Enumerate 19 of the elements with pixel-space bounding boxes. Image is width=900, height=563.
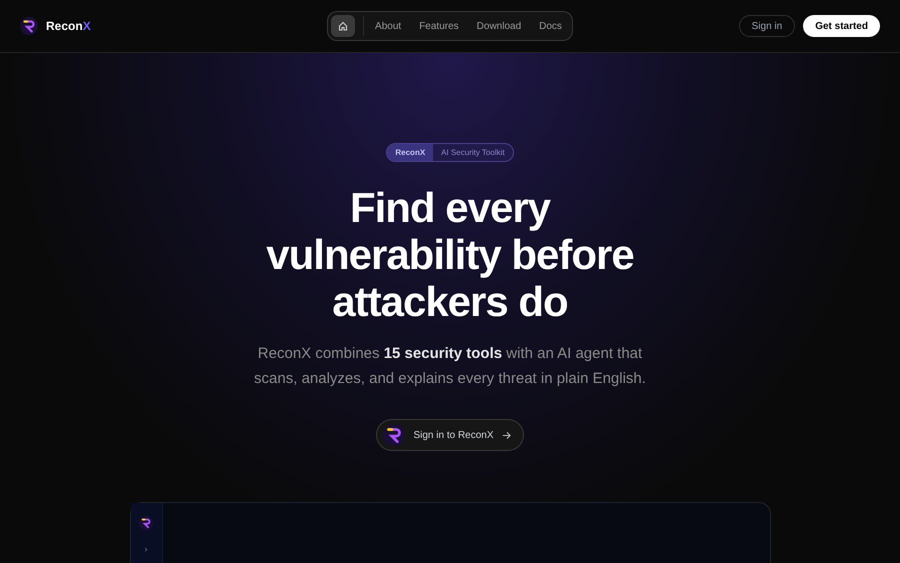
sign-in-cta-button[interactable]: Sign in to ReconX <box>376 419 524 451</box>
hero-title: Find every vulnerability before attackers do <box>265 184 635 325</box>
chevron-right-icon[interactable] <box>144 547 148 552</box>
logo-icon <box>20 17 38 35</box>
nav-link[interactable]: About <box>368 15 408 37</box>
badge-tag: ReconX <box>387 144 434 161</box>
logo-icon <box>383 424 406 446</box>
nav-link[interactable]: Docs <box>532 15 569 37</box>
brand-name: ReconX <box>46 18 91 35</box>
hero-subtitle: ReconX combines 15 security tools with an AI agent that scans, analyzes, and explains every threat in plain English. <box>253 344 647 389</box>
logo-icon <box>139 516 153 530</box>
badge-text: AI Security Toolkit <box>440 146 506 158</box>
home-icon <box>338 21 348 31</box>
sign-in-button[interactable]: Sign in <box>738 15 796 37</box>
get-started-button[interactable]: Get started <box>803 15 880 37</box>
nav-link[interactable]: Features <box>412 15 466 37</box>
home-button[interactable] <box>331 15 356 37</box>
nav-link[interactable]: Download <box>470 15 528 37</box>
arrow-right-icon <box>502 430 511 440</box>
